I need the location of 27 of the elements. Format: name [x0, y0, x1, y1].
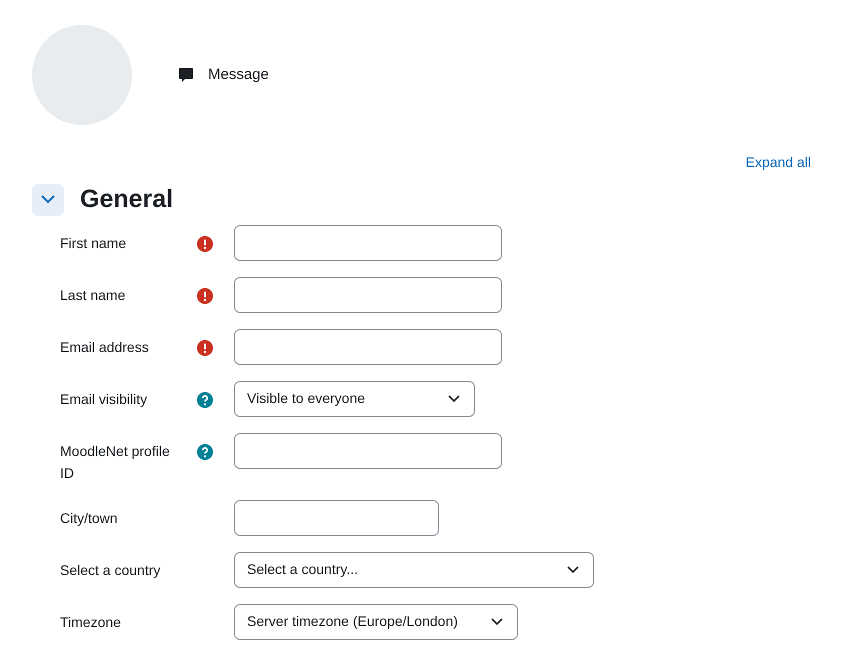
input-field[interactable] — [234, 432, 502, 468]
chevron-down-icon — [41, 195, 55, 204]
dropdown[interactable]: Select a country... — [234, 552, 594, 588]
chevron-down-icon — [491, 618, 503, 626]
field-label: MoodleNet profile ID — [60, 442, 171, 482]
field-label: Email visibility — [60, 390, 148, 409]
dropdown[interactable]: Visible to everyone — [234, 380, 475, 416]
field-label: Last name — [60, 286, 126, 304]
chevron-down-icon — [567, 566, 579, 574]
section-title: General — [80, 184, 174, 215]
field-label: First name — [60, 234, 128, 252]
field-label: Timezone — [60, 612, 122, 632]
field-label: Select a country — [60, 560, 162, 580]
field-label: City/town — [60, 508, 119, 528]
input-field[interactable] — [234, 276, 502, 312]
input-field[interactable] — [234, 224, 502, 260]
input-field[interactable] — [234, 328, 502, 364]
message-link[interactable]: Message — [178, 64, 269, 86]
expand-all-link[interactable]: Expand all — [746, 152, 811, 173]
chevron-down-icon — [448, 394, 460, 402]
dropdown[interactable]: Server timezone (Europe/London) — [234, 604, 518, 640]
collapse-toggle[interactable] — [32, 184, 64, 216]
speech-bubble-icon — [178, 67, 194, 83]
help-icon[interactable] — [197, 392, 213, 408]
field-label: Email address — [60, 338, 150, 356]
input-field[interactable] — [234, 500, 439, 536]
help-icon[interactable] — [197, 444, 213, 460]
